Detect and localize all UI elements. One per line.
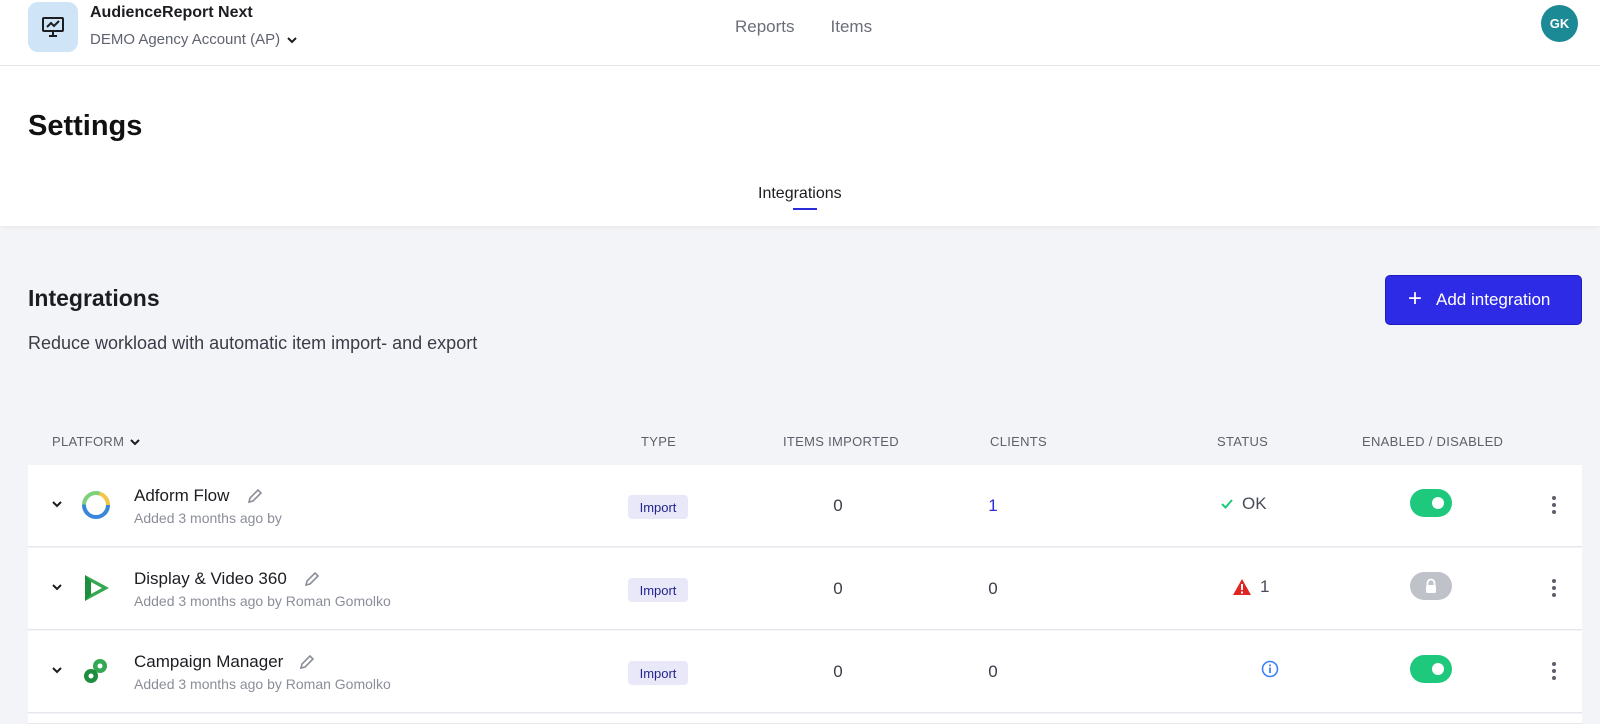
chevron-down-icon [130, 438, 140, 445]
table-row: Display & Video 360 Added 3 months ago b… [28, 548, 1582, 630]
status-cell[interactable] [1261, 660, 1287, 678]
status-text: OK [1242, 494, 1267, 513]
status-cell: OK [1220, 494, 1267, 514]
nav-items[interactable]: Items [831, 17, 873, 37]
app-name: AudienceReport Next [90, 4, 253, 21]
user-avatar[interactable]: GK [1541, 5, 1578, 42]
type-badge: Import [628, 578, 688, 602]
status-cell[interactable]: 1 [1232, 577, 1269, 597]
platform-added-info: Added 3 months ago by Roman Gomolko [134, 676, 391, 692]
chevron-down-icon [52, 501, 62, 508]
check-icon [1221, 499, 1233, 509]
chevron-down-icon [287, 36, 297, 43]
section-title: Integrations [28, 285, 160, 311]
app-logo[interactable] [28, 2, 78, 52]
plus-icon: + [1408, 285, 1423, 312]
status-text: 1 [1260, 577, 1270, 596]
enabled-toggle[interactable] [1410, 489, 1452, 517]
main-nav: Reports Items [735, 17, 872, 37]
section-subtitle: Reduce workload with automatic item impo… [28, 333, 478, 353]
platform-name: Display & Video 360 [134, 569, 287, 588]
type-badge: Import [628, 661, 688, 685]
enabled-toggle-locked[interactable] [1410, 572, 1452, 600]
column-header-platform[interactable]: PLATFORM [52, 434, 140, 449]
column-header-enabled: ENABLED / DISABLED [1362, 434, 1504, 449]
account-name: DEMO Agency Account (AP) [90, 31, 281, 48]
expand-row-button[interactable] [50, 497, 64, 511]
chevron-down-icon [52, 667, 62, 674]
table-row [28, 714, 1582, 724]
clients-value: 0 [988, 579, 998, 598]
pencil-icon[interactable] [298, 653, 316, 671]
page-title: Settings [28, 110, 143, 142]
column-header-clients: CLIENTS [990, 434, 1048, 449]
column-header-items-imported: ITEMS IMPORTED [783, 434, 899, 449]
tab-integrations[interactable]: Integrations [758, 185, 842, 203]
lock-icon [1426, 578, 1436, 593]
nav-reports[interactable]: Reports [735, 17, 795, 37]
adform-icon [82, 491, 110, 519]
account-switcher[interactable]: DEMO Agency Account (AP) [90, 31, 298, 48]
info-icon [1261, 660, 1279, 678]
clients-link[interactable]: 1 [973, 496, 1013, 516]
enabled-toggle[interactable] [1410, 655, 1452, 683]
table-row: Campaign Manager Added 3 months ago by R… [28, 631, 1582, 713]
type-badge: Import [628, 495, 688, 519]
platform-added-info: Added 3 months ago by [134, 510, 282, 526]
platform-name: Adform Flow [134, 486, 230, 505]
settings-header: Settings Integrations [0, 66, 1600, 226]
items-imported-value: 0 [833, 662, 843, 681]
row-menu-button[interactable] [1544, 661, 1564, 681]
top-bar: AudienceReport Next DEMO Agency Account … [0, 0, 1600, 66]
row-menu-button[interactable] [1544, 495, 1564, 515]
column-header-platform-label: PLATFORM [52, 434, 125, 449]
toggle-knob [1432, 497, 1444, 509]
pencil-icon[interactable] [246, 487, 264, 505]
items-imported-value: 0 [833, 579, 843, 598]
chevron-down-icon [52, 584, 62, 591]
row-menu-button[interactable] [1544, 578, 1564, 598]
dv360-icon [85, 575, 109, 601]
column-header-type: TYPE [641, 434, 677, 449]
add-integration-label: Add integration [1436, 290, 1551, 309]
column-header-status: STATUS [1217, 434, 1269, 449]
platform-added-info: Added 3 months ago by Roman Gomolko [134, 593, 391, 609]
platform-name: Campaign Manager [134, 652, 284, 671]
active-tab-indicator [793, 208, 817, 210]
expand-row-button[interactable] [50, 580, 64, 594]
campaign-manager-icon [84, 659, 107, 683]
clients-value: 0 [988, 662, 998, 681]
add-integration-button[interactable]: + Add integration [1385, 275, 1582, 325]
presentation-chart-icon [42, 17, 64, 37]
pencil-icon[interactable] [303, 570, 321, 588]
warning-icon [1233, 579, 1251, 595]
toggle-knob [1432, 663, 1444, 675]
expand-row-button[interactable] [50, 663, 64, 677]
table-row: Adform Flow Added 3 months ago by Import… [28, 465, 1582, 547]
items-imported-value: 0 [833, 496, 843, 515]
